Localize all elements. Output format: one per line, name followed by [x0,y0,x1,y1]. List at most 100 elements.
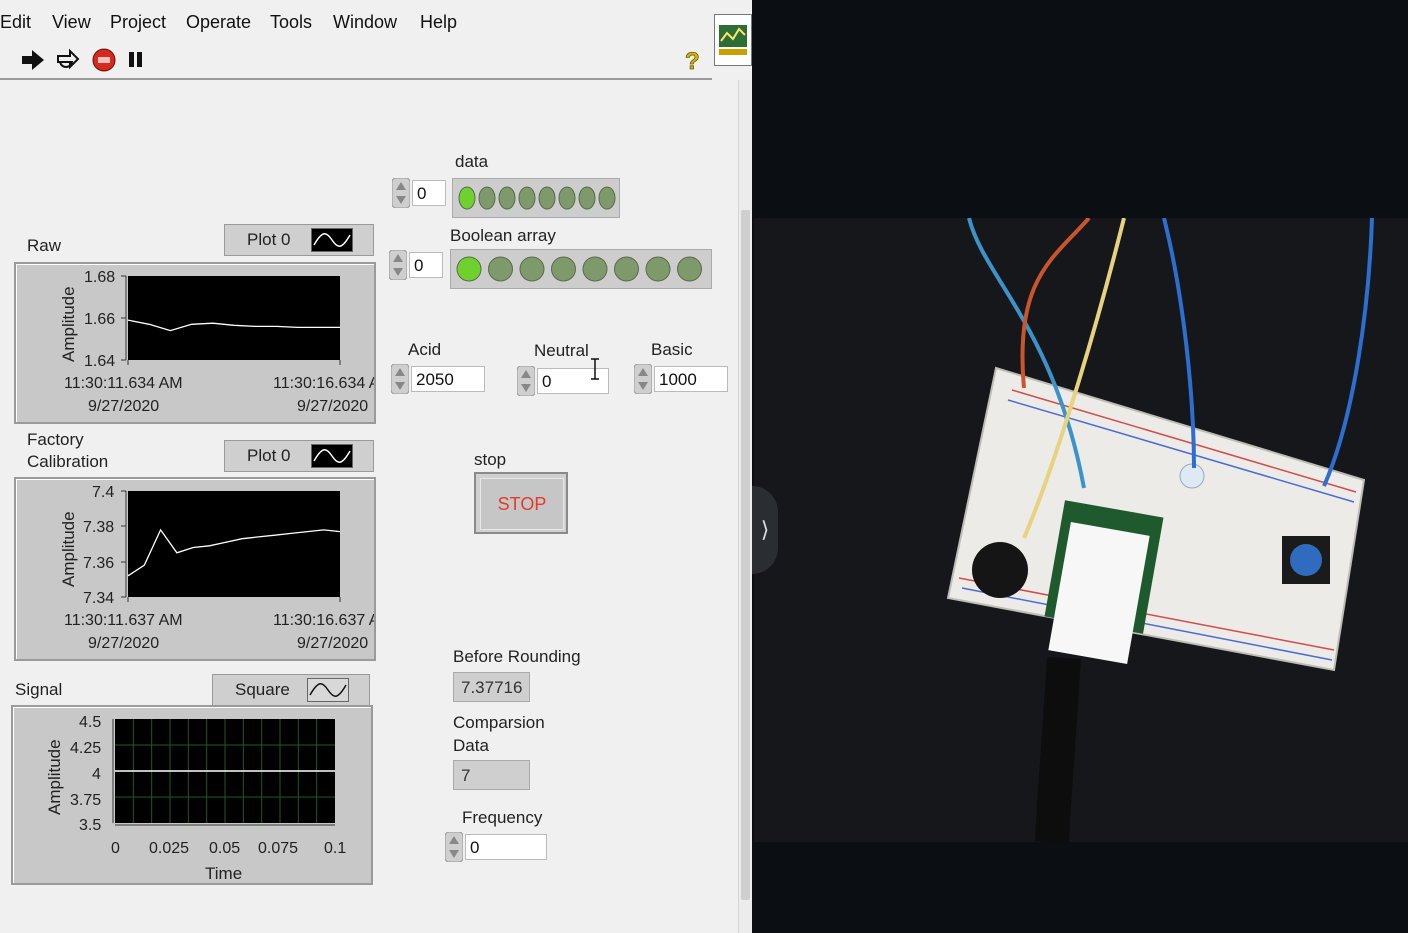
acid-label: Acid [408,340,442,359]
stop-button-text: STOP [480,478,564,530]
menu-view[interactable]: View [52,12,91,33]
data-index-control[interactable]: 0 [392,178,450,208]
boolean-led [578,186,596,210]
signal-xtick: 0.075 [258,840,298,857]
comparison-data-indicator: 7 [453,760,530,790]
basic-label: Basic [651,340,693,359]
signal-ytick: 4.25 [70,740,101,757]
menu-tools[interactable]: Tools [270,12,312,33]
spinner-arrows-icon[interactable] [517,366,535,396]
abort-icon[interactable] [92,48,116,72]
spinner-arrows-icon[interactable] [445,832,463,862]
signal-legend-label: Square [235,680,290,699]
signal-xtick: 0.1 [324,840,346,857]
raw-xtick-left-date: 9/27/2020 [88,398,159,415]
signal-ytick: 4 [92,766,101,783]
boolean-led [677,256,702,282]
data-index-field[interactable]: 0 [412,180,446,206]
factory-plot-legend[interactable]: Plot 0 [224,440,374,472]
raw-plot-area [128,276,340,360]
menu-help[interactable]: Help [420,12,457,33]
data-led-array [452,178,620,218]
factory-xtick-right-date: 9/27/2020 [297,635,368,652]
factory-calibration-graph: Amplitude 7.4 7.38 7.36 7.34 11:30:11.63… [14,477,376,661]
factory-graph-label-line2: Calibration [27,452,109,471]
basic-control[interactable]: 1000 [634,364,728,394]
menu-bar: Edit View Project Operate Tools Window H… [0,0,712,43]
frequency-label: Frequency [462,808,543,827]
factory-xtick-right-time: 11:30:16.637 A [273,612,374,629]
factory-plot-area [128,491,340,597]
menu-project[interactable]: Project [110,12,166,33]
spinner-arrows-icon[interactable] [389,250,407,280]
raw-ytick: 1.64 [84,353,115,370]
acid-control[interactable]: 2050 [391,364,485,394]
neutral-label: Neutral [534,341,589,360]
factory-ytick: 7.4 [92,484,114,501]
before-rounding-label: Before Rounding [453,647,581,666]
raw-plot-legend[interactable]: Plot 0 [224,224,374,256]
signal-ytick: 3.5 [79,817,101,834]
boolean-led [582,256,608,282]
boolean-led [614,256,639,282]
run-continuously-icon[interactable] [54,48,80,72]
factory-graph-label-line1: Factory [27,430,84,449]
spinner-arrows-icon[interactable] [391,364,409,394]
boolean-led-array [450,249,712,289]
run-arrow-icon[interactable] [20,48,46,72]
signal-graph: Amplitude 4.5 4.25 4 3.75 3.5 0 0.025 0.… [11,705,373,885]
raw-graph-label: Raw [27,236,62,255]
signal-plot-legend[interactable]: Square [212,674,370,706]
signal-graph-label: Signal [15,680,63,699]
signal-xtick: 0 [111,840,120,857]
boolean-led [645,256,671,282]
factory-ylabel: Amplitude [59,511,78,587]
boolean-led [478,186,496,210]
menu-edit[interactable]: Edit [0,12,31,33]
raw-xtick-left-time: 11:30:11.634 AM [64,375,183,392]
boolean-led [538,186,556,210]
pause-icon[interactable] [128,51,144,69]
data-label: data [455,152,489,171]
factory-ytick: 7.34 [83,590,114,607]
factory-ytick: 7.36 [83,555,114,572]
help-icon[interactable]: ? [682,46,704,74]
vi-icon [714,14,752,66]
raw-ylabel: Amplitude [59,286,78,362]
text-cursor-icon [591,358,599,380]
acid-field[interactable]: 2050 [411,366,485,392]
svg-text:?: ? [685,48,700,74]
signal-ylabel: Amplitude [45,739,64,815]
toolbar: ? [0,42,712,80]
raw-xtick-right-time: 11:30:16.634 A [273,375,374,392]
spinner-arrows-icon[interactable] [392,178,410,208]
menu-operate[interactable]: Operate [186,12,251,33]
basic-field[interactable]: 1000 [654,366,728,392]
frequency-field[interactable]: 0 [465,834,547,860]
stop-button[interactable]: STOP [474,472,568,534]
boolean-array-label: Boolean array [450,226,556,245]
stop-label: stop [474,450,507,469]
signal-ytick: 3.75 [70,792,101,809]
plot-line-swatch-icon [311,228,353,252]
vertical-scrollbar[interactable] [738,80,752,933]
spinner-arrows-icon[interactable] [634,364,652,394]
comparison-data-label-line2: Data [453,736,489,755]
expand-panel-chevron-icon[interactable]: ⟩ [752,486,778,574]
boolean-led [551,256,576,282]
factory-legend-label: Plot 0 [247,446,291,465]
boolean-led [488,256,513,282]
raw-xtick-right-date: 9/27/2020 [297,398,368,415]
boolean-led [519,256,545,282]
boolean-array-index-control[interactable]: 0 [389,250,447,280]
signal-xtick: 0.05 [209,840,240,857]
boolean-led [498,186,516,210]
raw-legend-label: Plot 0 [247,230,291,249]
boolean-array-index-field[interactable]: 0 [409,252,443,278]
frequency-control[interactable]: 0 [445,832,547,862]
menu-window[interactable]: Window [333,12,397,33]
scrollbar-thumb[interactable] [741,210,750,900]
signal-xlabel: Time [205,864,242,883]
plot-line-swatch-icon [307,678,349,702]
boolean-led [518,186,536,210]
